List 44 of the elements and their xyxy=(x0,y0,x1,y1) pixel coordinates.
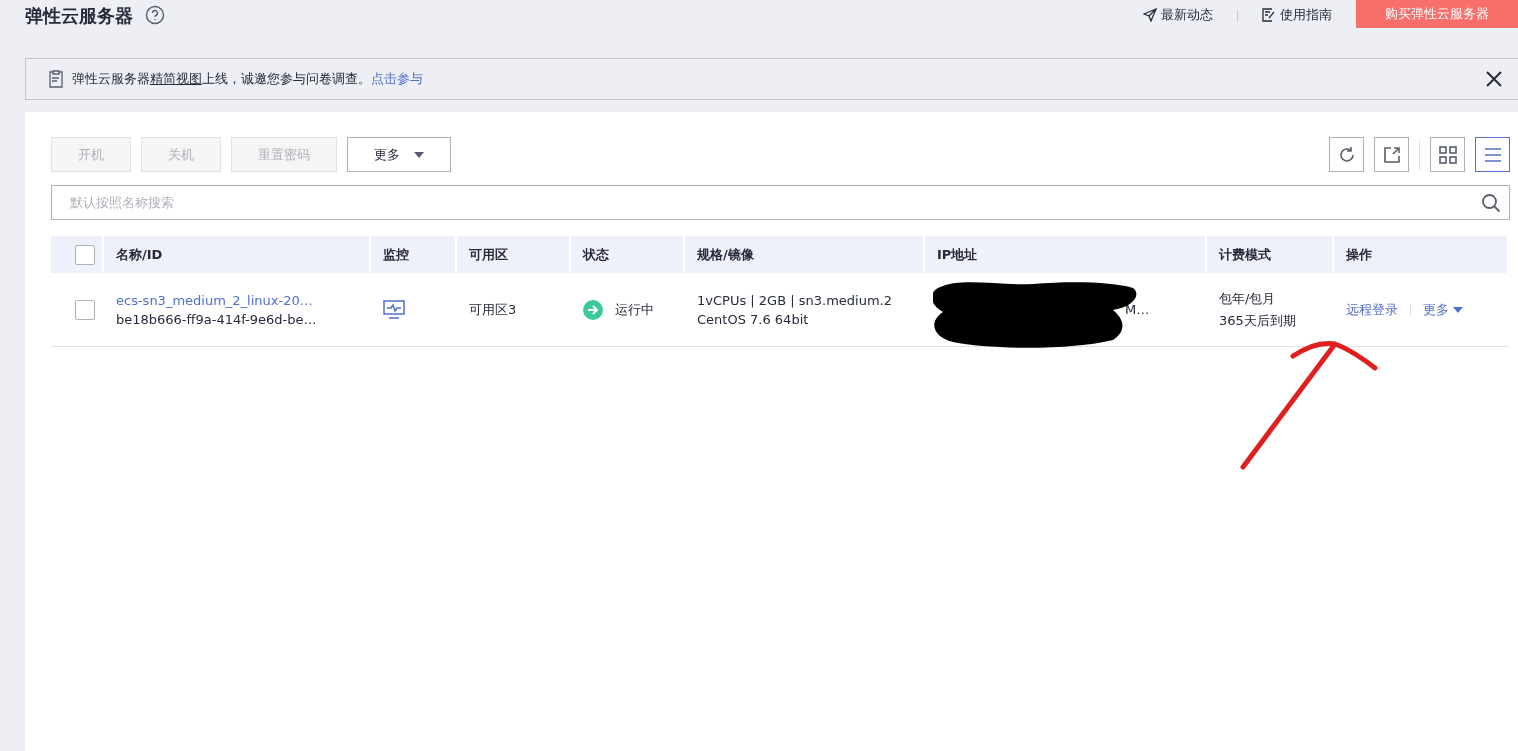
refresh-button[interactable] xyxy=(1329,137,1364,172)
column-header: IP地址 xyxy=(925,236,1205,273)
view-toggle[interactable] xyxy=(1475,137,1510,172)
document-edit-icon xyxy=(1262,8,1276,22)
server-name-link[interactable]: ecs-sn3_medium_2_linux-20… xyxy=(116,292,371,308)
column-header: 可用区 xyxy=(457,236,569,273)
column-header: 操作 xyxy=(1334,236,1507,273)
action-link[interactable]: 更多 xyxy=(1423,300,1463,319)
header-link[interactable]: 使用指南 xyxy=(1262,6,1332,24)
export-icon xyxy=(1382,145,1401,164)
buy-button[interactable]: 购买弹性云服务器 xyxy=(1356,0,1518,28)
survey-link[interactable]: 点击参与 xyxy=(371,71,423,86)
paper-plane-icon xyxy=(1143,8,1157,22)
spec-text: CentOS 7.6 64bit xyxy=(697,311,810,327)
clipboard-icon xyxy=(48,70,64,88)
page-title: 弹性云服务器 xyxy=(25,4,133,28)
spec-text: 1vCPUs | 2GB | sn3.medium.2 xyxy=(697,292,893,308)
view-toggle[interactable] xyxy=(1430,137,1465,172)
help-icon[interactable] xyxy=(145,5,165,25)
search-icon xyxy=(1481,192,1501,213)
server-id: be18b666-ff9a-414f-9e6d-be… xyxy=(116,311,318,327)
grid-icon xyxy=(1438,145,1457,164)
action-link[interactable]: 远程登录 xyxy=(1346,300,1398,319)
ip-text: M… xyxy=(1125,302,1151,317)
toolbar-button[interactable]: 更多 xyxy=(347,137,451,172)
row-checkbox[interactable] xyxy=(75,299,95,320)
select-all-checkbox[interactable] xyxy=(75,244,95,265)
billing-text: 365天后到期 xyxy=(1219,311,1297,330)
header-link[interactable]: 最新动态 xyxy=(1143,6,1213,24)
list-icon xyxy=(1483,146,1502,163)
status-text: 运行中 xyxy=(615,300,654,319)
column-header: 名称/ID xyxy=(104,236,369,273)
column-header: 监控 xyxy=(371,236,455,273)
refresh-icon xyxy=(1337,145,1356,164)
column-header: 计费模式 xyxy=(1207,236,1332,273)
search-field[interactable]: 默认按照名称搜索 xyxy=(51,185,1510,220)
monitor-icon[interactable] xyxy=(383,299,405,320)
column-header: 规格/镜像 xyxy=(685,236,923,273)
billing-text: 包年/包月 xyxy=(1219,289,1277,308)
export-button[interactable] xyxy=(1374,137,1409,172)
close-icon[interactable] xyxy=(1486,71,1502,87)
notice-text: 弹性云服务器精简视图上线，诚邀您参与问卷调查。点击参与 xyxy=(72,70,424,88)
zone-text: 可用区3 xyxy=(469,300,518,319)
column-header: 状态 xyxy=(571,236,683,273)
